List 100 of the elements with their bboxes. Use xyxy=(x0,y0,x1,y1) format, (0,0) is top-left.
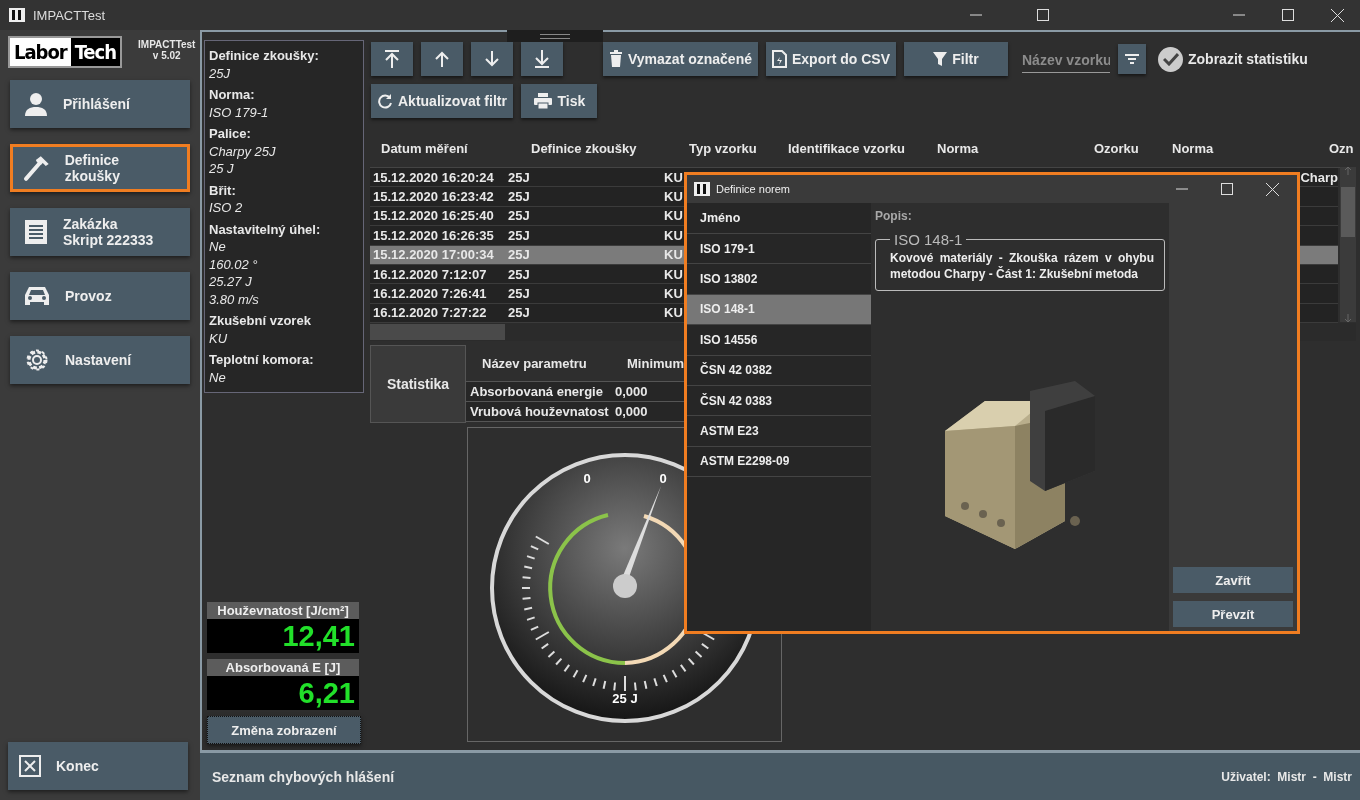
maximize-icon[interactable] xyxy=(1221,183,1233,195)
group-title: ISO 148-1 xyxy=(893,231,964,248)
readout-value: 12,41 xyxy=(207,619,359,653)
exit-button[interactable]: Konec xyxy=(8,742,188,790)
action-button[interactable]: Filtr xyxy=(904,42,1008,76)
table-cell-text: 25J xyxy=(507,286,531,302)
file-icon xyxy=(772,50,787,68)
info-value: 25.27 J xyxy=(209,273,253,291)
error-list-label[interactable]: Seznam chybových hlášení xyxy=(212,768,395,785)
logo: Labor Tech xyxy=(8,36,123,68)
maximize-icon[interactable] xyxy=(1282,9,1294,21)
table-cell-text: KU xyxy=(663,227,684,243)
nav-button[interactable]: Provoz xyxy=(10,272,190,320)
move-button[interactable] xyxy=(371,42,413,76)
hammer-icon xyxy=(23,154,51,182)
table-cell-text: 15.12.2020 16:23:42 xyxy=(372,189,495,205)
description-label: Popis: xyxy=(875,209,913,223)
list-item[interactable]: ISO 14556 xyxy=(687,325,871,356)
close-icon[interactable] xyxy=(1331,8,1344,22)
close-icon xyxy=(18,754,42,778)
column-header[interactable]: Datum měření xyxy=(370,141,520,156)
splitter-handle[interactable] xyxy=(507,30,603,42)
table-cell-text: 25J xyxy=(507,208,531,224)
checkbox[interactable] xyxy=(1158,46,1183,72)
action-button[interactable]: Vymazat označené xyxy=(603,42,758,76)
info-value: Ne xyxy=(209,238,227,256)
app-name: IMPACTTest xyxy=(138,39,196,50)
action-button[interactable]: Export do CSV xyxy=(766,42,896,76)
refresh-icon xyxy=(377,93,393,109)
table-cell-text: 15.12.2020 16:25:40 xyxy=(372,208,495,224)
table-cell-text: 15.12.2020 16:26:35 xyxy=(372,227,495,243)
user-icon xyxy=(23,91,49,117)
dialog-button[interactable]: Převzít xyxy=(1173,601,1293,627)
table-cell-text: KU xyxy=(663,208,684,224)
table-cell-text: KU xyxy=(663,305,684,321)
app-icon xyxy=(694,182,710,196)
filter-options-button[interactable] xyxy=(1118,44,1146,74)
funnel-icon xyxy=(933,51,948,67)
table-cell-text: KU xyxy=(663,247,684,263)
gauge-label: 0 xyxy=(659,471,667,487)
table-cell-text: KU xyxy=(663,266,684,282)
table-cell-text: Absorbovaná energie xyxy=(469,384,604,400)
printer-icon xyxy=(532,92,553,110)
list-item[interactable]: ISO 179-1 xyxy=(687,234,871,265)
action-button[interactable]: Tisk xyxy=(520,84,597,118)
column-header[interactable]: Norma xyxy=(926,141,1083,156)
filter-lines-icon xyxy=(1125,54,1139,64)
window-title: IMPACTTest xyxy=(33,7,106,23)
list-item[interactable]: ASTM E2298-09 xyxy=(687,446,871,478)
move-button[interactable] xyxy=(471,42,513,76)
table-cell-text: 25J xyxy=(507,169,531,185)
column-header[interactable]: Minimum xyxy=(611,355,686,371)
nav-button[interactable]: Nastavení xyxy=(10,336,190,384)
table-cell-text: 16.12.2020 7:26:41 xyxy=(372,286,488,302)
column-header[interactable]: Název parametru xyxy=(466,355,611,371)
description-text: Kovové materiály - Zkouška rázem v ohybu metodou Charpy - Část 1: Zkušební metoda xyxy=(890,250,1154,282)
table-cell-text: 15.12.2020 16:20:24 xyxy=(372,169,495,185)
move-button[interactable] xyxy=(421,42,463,76)
list-item[interactable]: ČSN 42 0382 xyxy=(687,355,871,386)
table-cell-text: 0,000 xyxy=(614,404,649,420)
arrow-to-top-icon xyxy=(382,49,402,69)
readout-label: Absorbovaná E [J] xyxy=(207,659,359,676)
action-button[interactable]: Aktualizovat filtr xyxy=(371,84,513,118)
list-item[interactable]: ISO 148-1 xyxy=(687,294,871,326)
sample-name-field[interactable]: Název vzorku xyxy=(1022,45,1110,73)
nav-button[interactable]: Zakázka Skript 222333 xyxy=(10,208,190,256)
list-item[interactable]: ISO 13802 xyxy=(687,264,871,295)
gauge-label: 0 xyxy=(583,471,591,487)
dialog-title: Definice norem xyxy=(716,183,791,195)
move-button[interactable] xyxy=(521,42,563,76)
table-cell-text: 25J xyxy=(507,227,531,243)
user-label: Uživatel: Mistr - Mistr xyxy=(1221,769,1352,784)
column-header[interactable]: Norma xyxy=(1161,141,1318,156)
column-header[interactable]: Ozn xyxy=(1318,141,1356,156)
info-value: Charpy 25J xyxy=(209,142,277,160)
list-item[interactable]: ČSN 42 0383 xyxy=(687,385,871,417)
readout-value: 6,21 xyxy=(207,676,359,710)
close-icon[interactable] xyxy=(1266,182,1279,196)
info-label: Palice: xyxy=(209,125,252,143)
info-value: ISO 179-1 xyxy=(209,103,270,121)
nav-button[interactable]: Definice zkoušky xyxy=(10,144,190,192)
table-cell-text: KU xyxy=(663,169,684,185)
car-icon xyxy=(23,284,51,308)
info-label: Teplotní komora: xyxy=(209,351,315,369)
checkbox-label: Zobrazit statistiku xyxy=(1188,51,1308,67)
info-value: Ne xyxy=(209,368,227,386)
nav-button[interactable]: Přihlášení xyxy=(10,80,190,128)
info-value: 25 J xyxy=(209,160,235,178)
dialog-button[interactable]: Zavřít xyxy=(1173,567,1293,593)
info-value: 160.02 ° xyxy=(209,255,259,273)
version-label: v 5.02 xyxy=(152,50,181,61)
list-item[interactable]: ASTM E23 xyxy=(687,416,871,447)
maximize-icon[interactable] xyxy=(1037,9,1049,21)
table-cell-text: KU xyxy=(663,286,684,302)
column-header[interactable]: Ozorku xyxy=(1083,141,1161,156)
column-header[interactable]: Identifikace vzorku xyxy=(777,141,926,156)
column-header[interactable]: Definice zkoušky xyxy=(520,141,678,156)
column-header[interactable]: Typ vzorku xyxy=(678,141,777,156)
view-toggle-button[interactable]: Změna zobrazení xyxy=(207,716,361,744)
document-icon xyxy=(23,218,49,246)
